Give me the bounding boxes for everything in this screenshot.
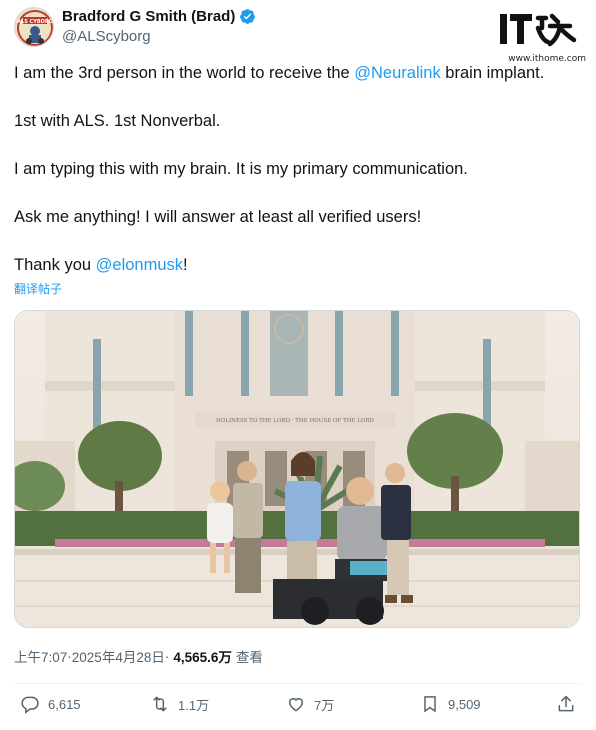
- translate-post-link[interactable]: 翻译帖子: [14, 280, 62, 297]
- tweet-line-2: 1st with ALS. 1st Nonverbal.: [14, 112, 221, 130]
- name-row: Bradford G Smith (Brad): [62, 8, 256, 25]
- like-button[interactable]: 7万: [286, 694, 334, 714]
- display-name[interactable]: Bradford G Smith (Brad): [62, 8, 235, 25]
- tweet-line-4: Ask me anything! I will answer at least …: [14, 208, 422, 226]
- views-count: 4,565.6万: [173, 650, 232, 665]
- views-label: 查看: [235, 650, 263, 665]
- action-bar: 6,615 1.1万 7万 9,509: [14, 694, 582, 720]
- tweet-text: I am the 3rd person in the world to rece…: [14, 62, 582, 302]
- meta-separator: ·: [164, 648, 170, 664]
- bookmark-count: 9,509: [448, 696, 481, 712]
- tweet-line-1-text: I am the 3rd person in the world to rece…: [14, 64, 355, 82]
- tweet-header: ALS CYBORG Bradford G Smith (Brad) @ALSc…: [14, 6, 582, 50]
- reply-button[interactable]: 6,615: [20, 694, 81, 714]
- ithome-logo-icon: [500, 13, 577, 47]
- tweet-line-1-suffix: brain implant.: [440, 64, 545, 82]
- family-temple-photo: HOLINESS TO THE LORD · THE HOUSE OF THE …: [15, 311, 579, 627]
- mention-neuralink-link[interactable]: @Neuralink: [354, 64, 440, 82]
- tweet-photo[interactable]: HOLINESS TO THE LORD · THE HOUSE OF THE …: [14, 310, 580, 628]
- handle[interactable]: @ALScyborg: [62, 28, 151, 45]
- share-button[interactable]: [556, 694, 576, 719]
- share-icon: [558, 695, 574, 712]
- verified-badge-icon[interactable]: [239, 8, 256, 25]
- tweet-line-1: I am the 3rd person in the world to rece…: [14, 62, 582, 84]
- watermark: www.ithome.com: [498, 6, 588, 68]
- tweet-line-3: I am typing this with my brain. It is my…: [14, 160, 468, 178]
- mention-elonmusk-link[interactable]: @elonmusk: [96, 256, 183, 274]
- heart-icon: [289, 698, 303, 712]
- tweet-meta: 上午7:07 · 2025年4月28日 · 4,565.6万 查看: [14, 646, 263, 666]
- divider: [14, 683, 582, 684]
- reply-count: 6,615: [48, 696, 81, 712]
- tweet-line-5-suffix: !: [183, 256, 188, 274]
- tweet-line-5: Thank you @elonmusk!: [14, 254, 582, 276]
- avatar-text: ALS CYBORG: [17, 19, 53, 25]
- bookmark-button[interactable]: 9,509: [420, 694, 481, 714]
- repost-icon: [153, 696, 167, 712]
- like-count: 7万: [314, 697, 335, 713]
- tweet-date[interactable]: 2025年4月28日: [72, 646, 165, 666]
- bookmark-icon: [424, 696, 436, 713]
- reply-icon: [21, 696, 39, 714]
- temple-inscription: HOLINESS TO THE LORD · THE HOUSE OF THE …: [216, 418, 375, 424]
- tweet-time[interactable]: 上午7:07: [14, 646, 67, 666]
- repost-count: 1.1万: [178, 697, 210, 713]
- tweet-line-5-text: Thank you: [14, 256, 96, 274]
- repost-button[interactable]: 1.1万: [150, 694, 209, 714]
- avatar[interactable]: ALS CYBORG: [14, 7, 54, 47]
